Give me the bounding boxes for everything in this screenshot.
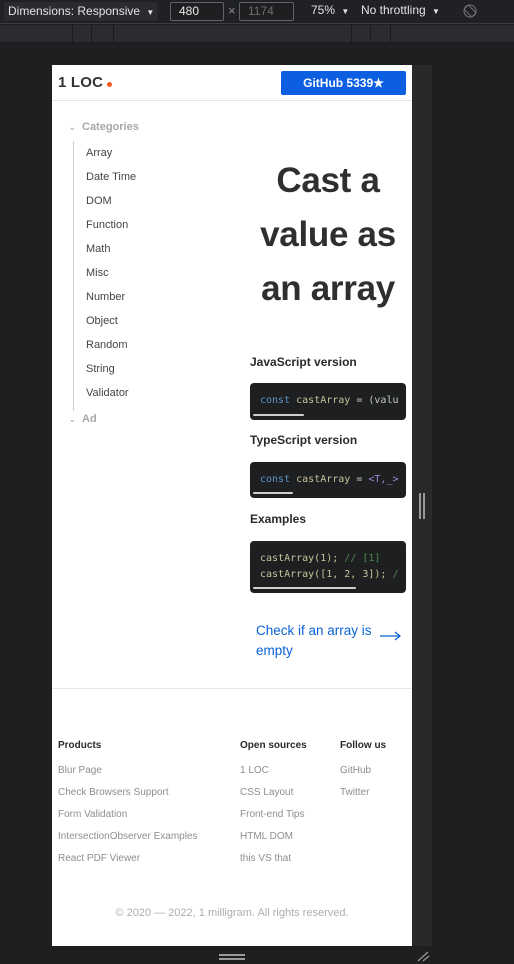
site-header: 1 LOC GitHub 5339★ [52,65,412,101]
github-stars-button[interactable]: GitHub 5339★ [281,71,406,95]
code-operator: = [350,474,369,485]
throttling-label: No throttling [361,3,426,17]
footer-link[interactable]: CSS Layout [240,787,307,809]
category-item-validator[interactable]: Validator [86,387,136,411]
category-item-random[interactable]: Random [86,339,136,363]
copyright-text: © 2020 — 2022, 1 milligram. All rights r… [115,907,349,919]
categories-label: Categories [82,121,139,133]
code-keyword: const [260,395,291,406]
title-line: an array [261,269,395,308]
category-item-array[interactable]: Array [86,147,136,171]
width-input[interactable]: 480 [170,2,224,21]
dimensions-label: Dimensions: Responsive [8,4,141,18]
next-snippet-link[interactable]: Check if an array is empty [256,621,386,661]
footer-column-products: Products Blur Page Check Browsers Suppor… [58,740,198,875]
category-item-function[interactable]: Function [86,219,136,243]
resize-corner-icon[interactable] [416,950,430,962]
footer-heading: Products [58,740,102,751]
horizontal-scrollbar[interactable] [253,414,304,416]
footer-link[interactable]: this VS that [240,853,307,875]
resize-height-handle[interactable] [219,954,245,961]
javascript-code-block[interactable]: const castArray = (valu [250,383,406,420]
code-keyword: const [260,474,291,485]
code-identifier: castArray [296,395,351,406]
code-call: castArray(1); [260,553,345,564]
footer-link[interactable]: Check Browsers Support [58,787,198,809]
code-comment: / [392,569,399,580]
footer-link[interactable]: Twitter [340,787,386,809]
javascript-version-heading: JavaScript version [250,355,357,369]
site-logo[interactable]: 1 LOC [58,74,103,91]
devtools-device-toolbar: Dimensions: Responsive ▼ 480 × 1174 75% … [0,0,514,24]
code-line: const castArray = (valu [260,395,399,406]
chevron-down-icon: ▼ [146,8,155,17]
title-line: value as [260,215,396,254]
logo-dot-icon [107,82,112,87]
category-item-object[interactable]: Object [86,315,136,339]
category-item-misc[interactable]: Misc [86,267,136,291]
typescript-version-heading: TypeScript version [250,433,358,447]
ad-label: Ad [82,413,97,425]
footer-column-follow-us: Follow us GitHub Twitter [340,740,386,809]
code-rest: = (valu [350,395,399,406]
category-item-dom[interactable]: DOM [86,195,136,219]
code-identifier: castArray [296,474,351,485]
code-comment: // [1] [344,553,381,564]
chevron-down-icon: ⌄ [69,123,76,132]
examples-heading: Examples [250,512,307,526]
footer-heading: Open sources [240,740,307,751]
resize-width-handle[interactable] [419,493,426,519]
dimensions-dropdown[interactable]: Dimensions: Responsive ▼ [4,2,159,21]
category-item-number[interactable]: Number [86,291,136,315]
category-list-rule [73,141,74,411]
typescript-code-block[interactable]: const castArray = <T,_> [250,462,406,498]
arrow-right-icon[interactable] [380,631,402,641]
code-call: castArray([1, 2, 3]); [260,569,393,580]
categories-toggle[interactable]: ⌄ Categories [69,121,139,133]
footer-link[interactable]: 1 LOC [240,765,307,787]
zoom-dropdown[interactable]: 75% ▼ [311,3,349,17]
code-generic: <T,_> [368,474,399,485]
emulated-viewport: 1 LOC GitHub 5339★ ⌄ Categories Array Dat… [52,65,412,946]
code-line: const castArray = <T,_> [260,474,399,485]
examples-code-block[interactable]: castArray(1); // [1] castArray([1, 2, 3]… [250,541,406,593]
code-line: castArray(1); // [1] [260,553,380,564]
zoom-label: 75% [311,3,336,17]
title-line: Cast a [276,161,380,200]
footer-link[interactable]: Form Validation [58,809,198,831]
footer-column-open-sources: Open sources 1 LOC CSS Layout Front-end … [240,740,307,875]
footer-link[interactable]: Front-end Tips [240,809,307,831]
page-title: Cast a value as an array [248,154,408,316]
times-sign: × [228,3,236,18]
horizontal-scrollbar[interactable] [253,492,293,494]
ad-toggle[interactable]: ⌄ Ad [69,413,97,425]
footer-divider [52,688,412,689]
footer-link[interactable]: React PDF Viewer [58,853,198,875]
footer-link[interactable]: Blur Page [58,765,198,787]
chevron-down-icon: ⌄ [69,415,76,424]
rotate-icon[interactable] [462,3,478,19]
chevron-down-icon: ▼ [432,7,440,16]
throttling-dropdown[interactable]: No throttling ▼ [361,3,440,17]
category-item-string[interactable]: String [86,363,136,387]
footer-link[interactable]: IntersectionObserver Examples [58,831,198,853]
height-input[interactable]: 1174 [239,2,294,21]
horizontal-scrollbar[interactable] [253,587,356,589]
chevron-down-icon: ▼ [341,7,350,16]
media-query-ruler[interactable] [0,25,514,43]
footer-heading: Follow us [340,740,387,751]
footer-link[interactable]: GitHub [340,765,386,787]
category-list: Array Date Time DOM Function Math Misc N… [86,147,136,411]
category-item-math[interactable]: Math [86,243,136,267]
code-line: castArray([1, 2, 3]); / [260,569,398,580]
category-item-date-time[interactable]: Date Time [86,171,136,195]
footer-link[interactable]: HTML DOM [240,831,307,853]
